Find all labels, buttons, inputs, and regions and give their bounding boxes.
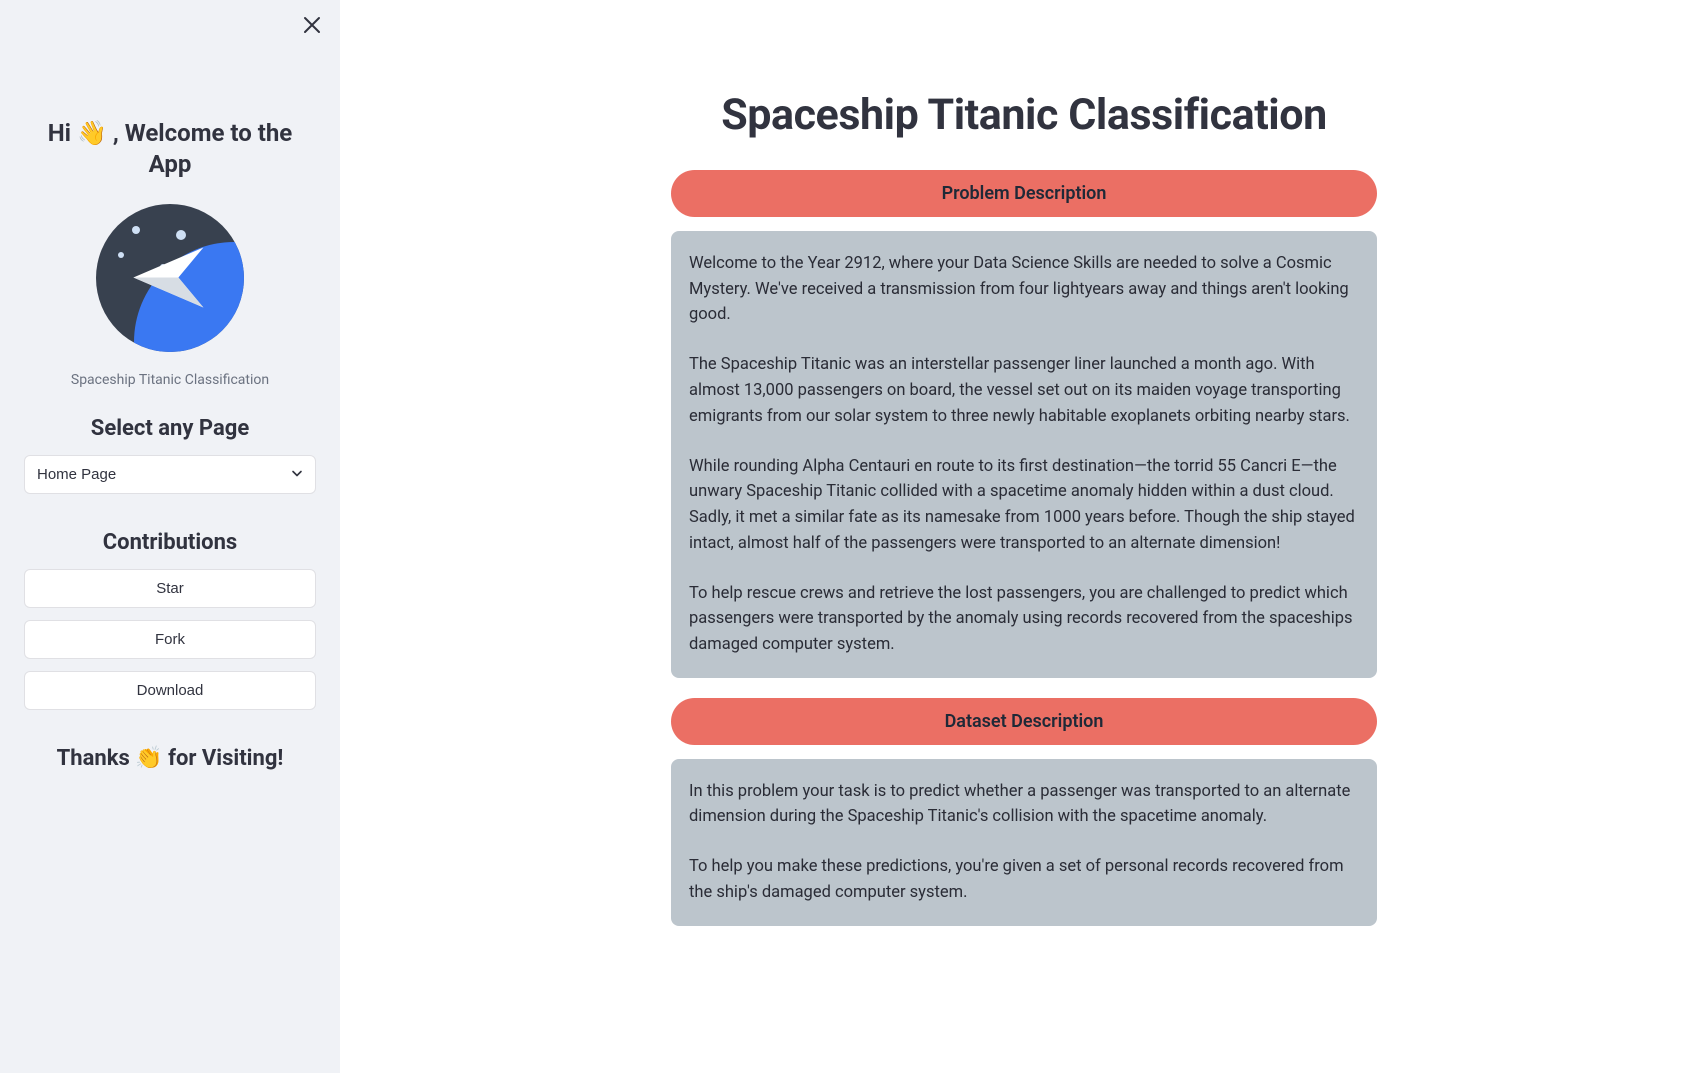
dataset-paragraph: To help you make these predictions, you'… <box>689 854 1359 905</box>
problem-description-block: Welcome to the Year 2912, where your Dat… <box>671 231 1377 678</box>
main-content[interactable]: Spaceship Titanic Classification Problem… <box>340 0 1708 1073</box>
problem-paragraph: To help rescue crews and retrieve the lo… <box>689 581 1359 658</box>
page-select[interactable]: Home Page <box>24 455 316 494</box>
page-select-wrapper: Home Page <box>24 455 316 494</box>
content-container: Spaceship Titanic Classification Problem… <box>659 90 1389 926</box>
dataset-description-block: In this problem your task is to predict … <box>671 759 1377 926</box>
star-button[interactable]: Star <box>24 569 316 608</box>
fork-button[interactable]: Fork <box>24 620 316 659</box>
problem-paragraph: The Spaceship Titanic was an interstella… <box>689 352 1359 429</box>
logo-container <box>24 204 316 352</box>
thanks-heading: Thanks 👏 for Visiting! <box>24 746 316 771</box>
close-icon <box>303 16 321 40</box>
select-page-heading: Select any Page <box>24 416 316 441</box>
dataset-paragraph: In this problem your task is to predict … <box>689 779 1359 830</box>
section-heading-dataset: Dataset Description <box>671 698 1377 745</box>
problem-paragraph: Welcome to the Year 2912, where your Dat… <box>689 251 1359 328</box>
contribution-buttons: Star Fork Download <box>24 569 316 710</box>
app-root: Hi 👋 , Welcome to the App Spaceship Tita… <box>0 0 1708 1073</box>
page-select-value: Home Page <box>37 466 116 483</box>
problem-paragraph: While rounding Alpha Centauri en route t… <box>689 454 1359 556</box>
section-heading-problem: Problem Description <box>671 170 1377 217</box>
sidebar-greeting: Hi 👋 , Welcome to the App <box>24 118 316 180</box>
contributions-heading: Contributions <box>24 530 316 555</box>
close-sidebar-button[interactable] <box>300 16 324 40</box>
logo-caption: Spaceship Titanic Classification <box>24 372 316 388</box>
app-logo <box>96 204 244 352</box>
page-title: Spaceship Titanic Classification <box>671 90 1377 140</box>
download-button[interactable]: Download <box>24 671 316 710</box>
sidebar: Hi 👋 , Welcome to the App Spaceship Tita… <box>0 0 340 1073</box>
